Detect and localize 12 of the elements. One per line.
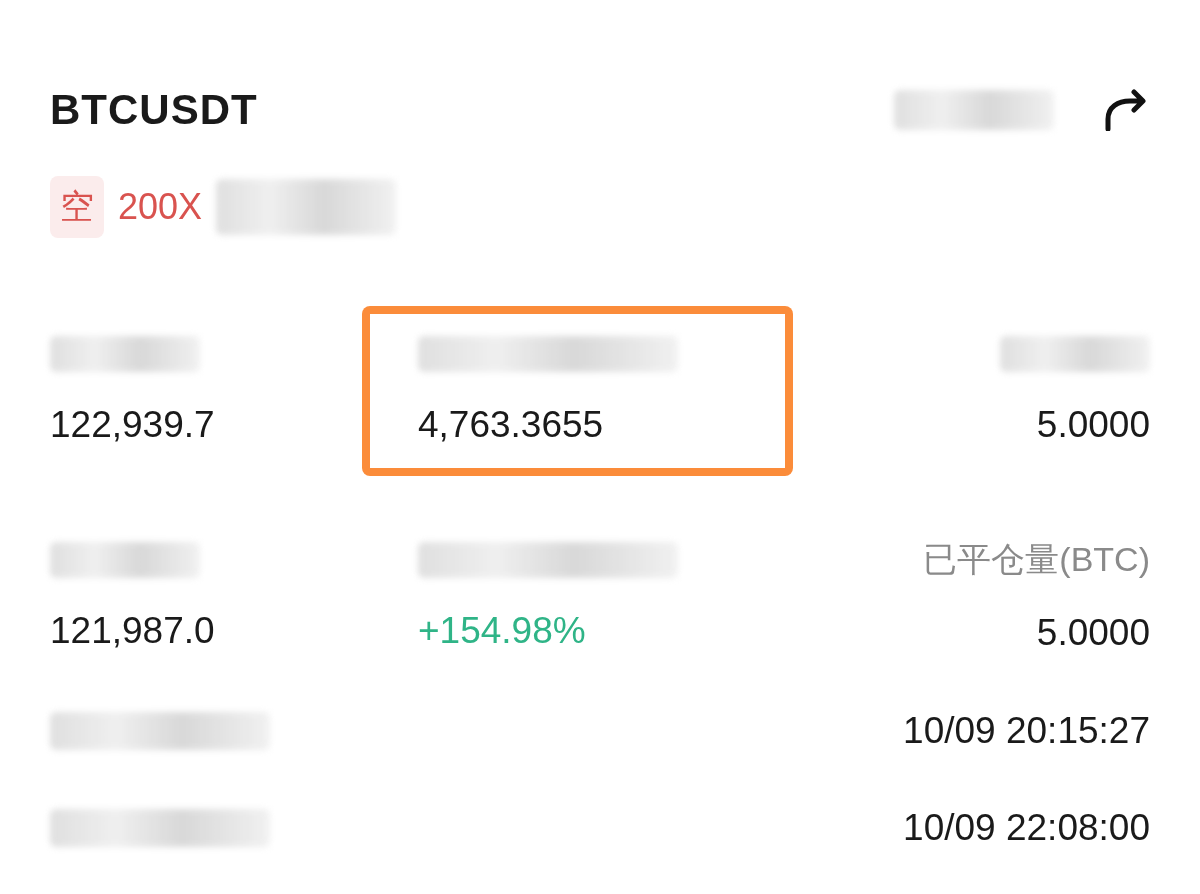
side-tag: 空 (50, 176, 104, 238)
stat-label: 已平仓量(BTC) (923, 540, 1150, 580)
stat-value: +154.98% (418, 610, 586, 652)
time-value: 10/09 20:15:27 (903, 709, 1150, 752)
symbol-title: BTCUSDT (50, 86, 258, 134)
leverage-text: 200X (118, 186, 203, 228)
stat-value: 5.0000 (1036, 612, 1150, 654)
stat-value: 122,939.7 (50, 404, 215, 446)
stat-value: 5.0000 (1036, 404, 1150, 446)
time-value: 10/09 22:08:00 (903, 806, 1150, 849)
stat-value: 121,987.0 (50, 610, 215, 652)
stat-value: 4,763.3655 (418, 404, 604, 446)
